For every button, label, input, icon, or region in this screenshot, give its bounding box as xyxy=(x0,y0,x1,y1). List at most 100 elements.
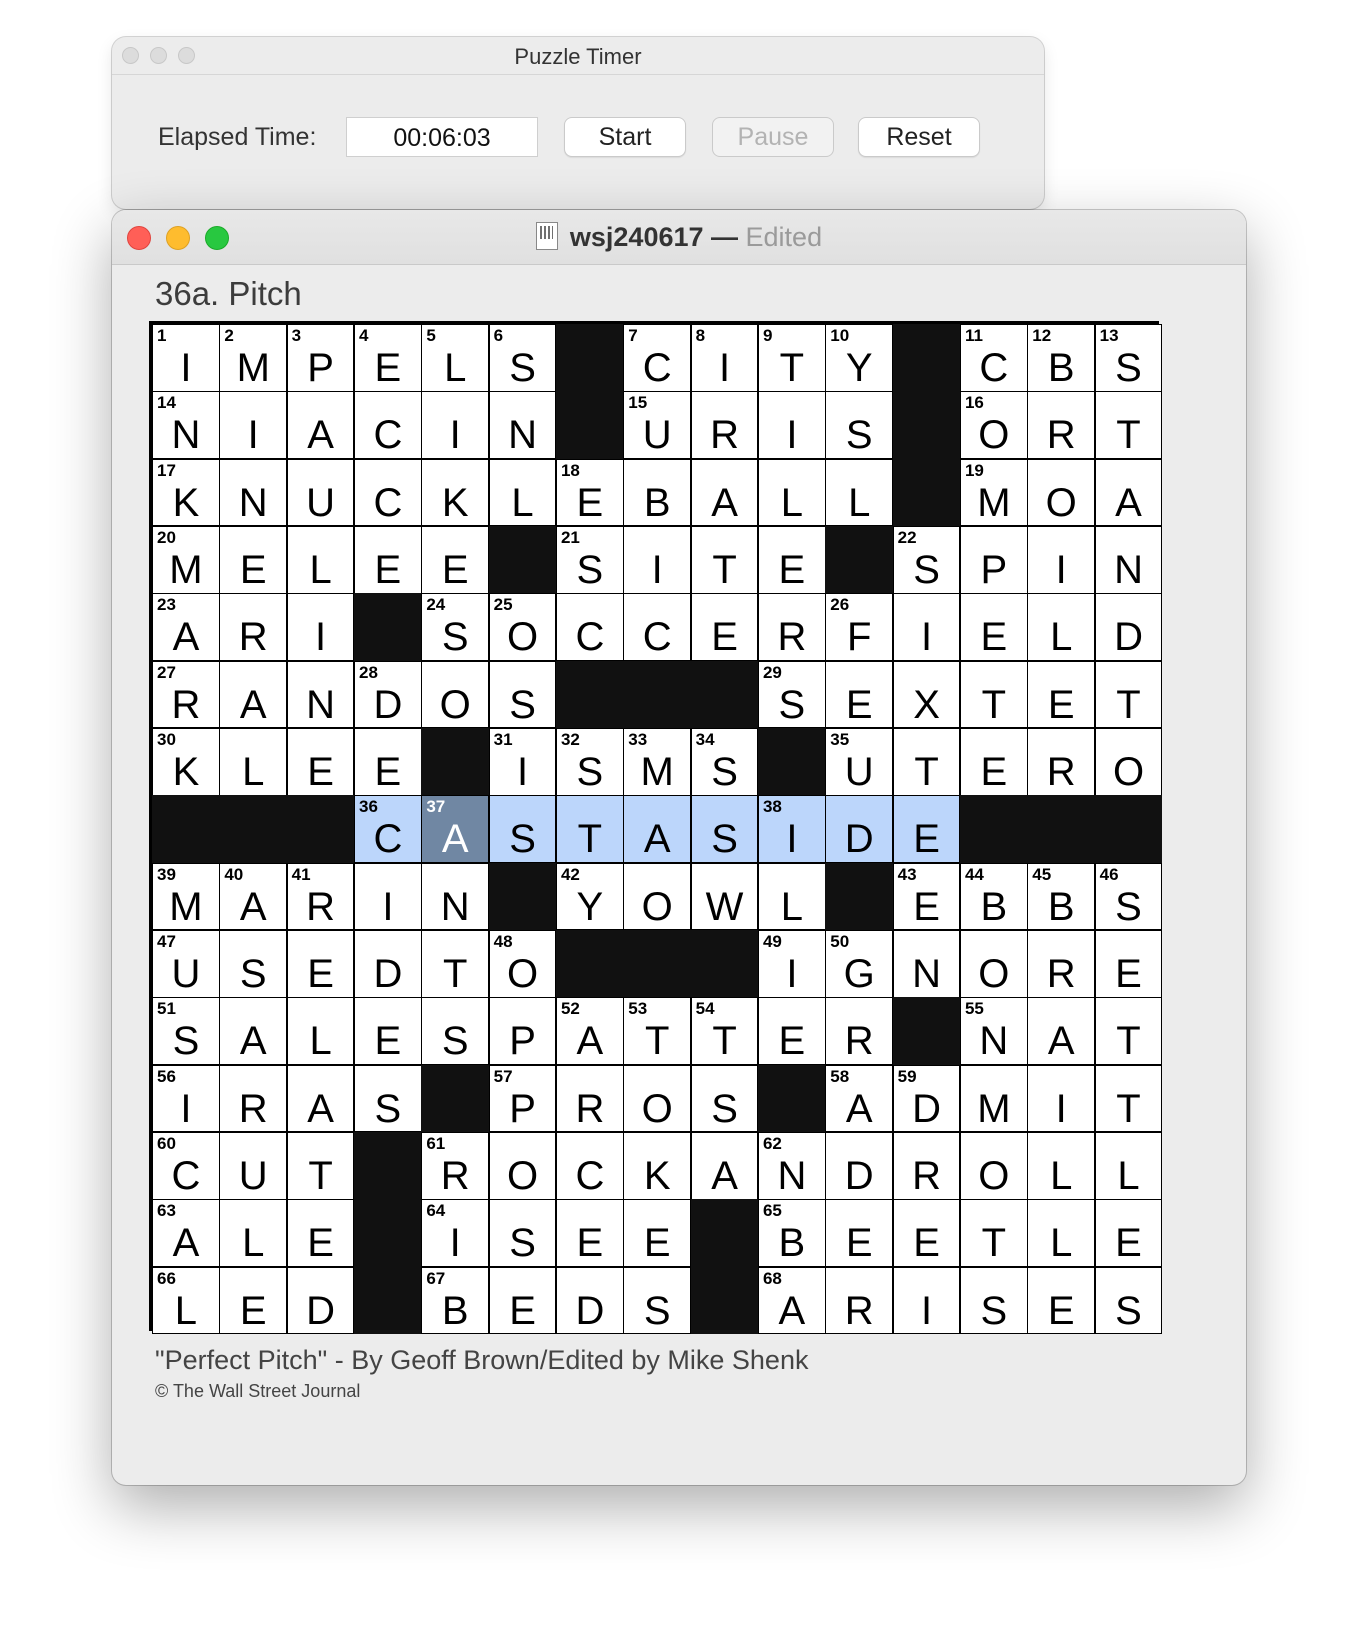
grid-cell[interactable]: E xyxy=(892,795,961,864)
grid-cell[interactable]: E xyxy=(286,1199,355,1268)
grid-cell[interactable]: 46 S xyxy=(1094,862,1163,931)
grid-cell[interactable]: 57 P xyxy=(488,1064,557,1133)
grid-cell[interactable]: 35 U xyxy=(825,727,894,796)
grid-cell[interactable]: 16 O xyxy=(959,391,1028,460)
grid-cell[interactable]: L xyxy=(1027,1131,1096,1200)
grid-cell[interactable]: 27 R xyxy=(152,660,220,729)
grid-cell[interactable]: R xyxy=(690,391,759,460)
grid-cell[interactable]: E xyxy=(219,1266,288,1335)
grid-cell[interactable]: R xyxy=(757,593,826,662)
grid-cell[interactable]: P xyxy=(488,997,557,1066)
grid-cell[interactable]: E xyxy=(825,660,894,729)
grid-cell[interactable]: 19 M xyxy=(959,458,1028,527)
grid-cell[interactable]: 48 O xyxy=(488,929,557,998)
grid-cell[interactable]: O xyxy=(623,862,692,931)
grid-cell[interactable]: 24 S xyxy=(421,593,490,662)
grid-cell[interactable]: R xyxy=(219,1064,288,1133)
grid-cell[interactable]: C xyxy=(555,593,624,662)
grid-cell[interactable]: 40 A xyxy=(219,862,288,931)
grid-cell[interactable]: S xyxy=(1094,1266,1163,1335)
grid-cell[interactable]: E xyxy=(690,593,759,662)
grid-cell[interactable]: 5L xyxy=(421,324,490,392)
grid-cell[interactable]: E xyxy=(959,593,1028,662)
grid-cell[interactable]: 15 U xyxy=(623,391,692,460)
grid-cell[interactable]: D xyxy=(555,1266,624,1335)
reset-button[interactable]: Reset xyxy=(858,117,980,157)
grid-cell[interactable]: 67 B xyxy=(421,1266,490,1335)
grid-cell[interactable]: 63 A xyxy=(152,1199,220,1268)
grid-cell[interactable]: A xyxy=(690,458,759,527)
grid-cell[interactable]: L xyxy=(286,525,355,594)
grid-cell[interactable]: 56 I xyxy=(152,1064,220,1133)
grid-cell[interactable]: O xyxy=(488,1131,557,1200)
grid-cell[interactable]: O xyxy=(1027,458,1096,527)
grid-cell[interactable]: 61 R xyxy=(421,1131,490,1200)
grid-cell[interactable]: 32 S xyxy=(555,727,624,796)
grid-cell[interactable]: 4E xyxy=(353,324,422,392)
grid-cell[interactable]: 9T xyxy=(757,324,826,392)
start-button[interactable]: Start xyxy=(564,117,686,157)
grid-cell[interactable]: L xyxy=(219,727,288,796)
grid-cell[interactable]: 28 D xyxy=(353,660,422,729)
grid-cell[interactable]: 68 A xyxy=(757,1266,826,1335)
grid-cell[interactable]: 34 S xyxy=(690,727,759,796)
grid-cell[interactable]: S xyxy=(488,1199,557,1268)
grid-cell[interactable]: L xyxy=(1027,593,1096,662)
grid-cell[interactable]: I xyxy=(892,1266,961,1335)
grid-cell[interactable]: 42 Y xyxy=(555,862,624,931)
grid-cell[interactable]: X xyxy=(892,660,961,729)
grid-cell[interactable]: 17 K xyxy=(152,458,220,527)
grid-cell[interactable]: N xyxy=(1094,525,1163,594)
grid-cell[interactable]: D xyxy=(1094,593,1163,662)
grid-cell[interactable]: 23 A xyxy=(152,593,220,662)
grid-cell[interactable]: 33 M xyxy=(623,727,692,796)
grid-cell[interactable]: 50 G xyxy=(825,929,894,998)
grid-cell[interactable]: C xyxy=(623,593,692,662)
grid-cell[interactable]: R xyxy=(825,997,894,1066)
grid-cell[interactable]: 25 O xyxy=(488,593,557,662)
grid-cell[interactable]: T xyxy=(1094,997,1163,1066)
grid-cell[interactable]: A xyxy=(1027,997,1096,1066)
grid-cell[interactable]: T xyxy=(421,929,490,998)
grid-cell[interactable]: R xyxy=(1027,929,1096,998)
grid-cell[interactable]: S xyxy=(488,795,557,864)
grid-cell[interactable]: R xyxy=(1027,727,1096,796)
grid-cell[interactable]: K xyxy=(623,1131,692,1200)
grid-cell[interactable]: A xyxy=(286,1064,355,1133)
grid-cell[interactable]: 37 A xyxy=(421,795,490,864)
grid-cell[interactable]: S xyxy=(219,929,288,998)
grid-cell[interactable]: K xyxy=(421,458,490,527)
grid-cell[interactable]: 62 N xyxy=(757,1131,826,1200)
grid-cell[interactable]: A xyxy=(690,1131,759,1200)
grid-cell[interactable]: S xyxy=(690,795,759,864)
grid-cell[interactable]: 52 A xyxy=(555,997,624,1066)
grid-cell[interactable]: I xyxy=(1027,1064,1096,1133)
grid-cell[interactable]: L xyxy=(488,458,557,527)
crossword-grid[interactable]: 1 I 2 M 3 P 4 E 5 L 6 S 7 C 8 I 9 T 10 Y 11 C 12 B 13 S 14 N I A C I N 15… xyxy=(149,321,1163,1335)
grid-cell[interactable]: 45 B xyxy=(1027,862,1096,931)
grid-cell[interactable]: E xyxy=(353,525,422,594)
grid-cell[interactable]: E xyxy=(421,525,490,594)
grid-cell[interactable]: T xyxy=(286,1131,355,1200)
grid-cell[interactable]: E xyxy=(757,525,826,594)
grid-cell[interactable]: 47 U xyxy=(152,929,220,998)
grid-cell[interactable]: 51 S xyxy=(152,997,220,1066)
grid-cell[interactable]: A xyxy=(219,660,288,729)
grid-cell[interactable]: 2M xyxy=(219,324,288,392)
grid-cell[interactable]: D xyxy=(825,795,894,864)
grid-cell[interactable]: 26 F xyxy=(825,593,894,662)
grid-cell[interactable]: W xyxy=(690,862,759,931)
grid-cell[interactable]: 54 T xyxy=(690,997,759,1066)
grid-cell[interactable]: E xyxy=(1094,929,1163,998)
grid-cell[interactable]: 3P xyxy=(286,324,355,392)
grid-cell[interactable]: L xyxy=(1027,1199,1096,1268)
grid-cell[interactable]: I xyxy=(1027,525,1096,594)
grid-cell[interactable]: 55 N xyxy=(959,997,1028,1066)
grid-cell[interactable]: N xyxy=(219,458,288,527)
grid-cell[interactable]: 21 S xyxy=(555,525,624,594)
grid-cell[interactable]: 18 E xyxy=(555,458,624,527)
grid-cell[interactable]: E xyxy=(353,997,422,1066)
grid-cell[interactable]: E xyxy=(757,997,826,1066)
grid-cell[interactable]: 6S xyxy=(488,324,557,392)
grid-cell[interactable]: U xyxy=(286,458,355,527)
